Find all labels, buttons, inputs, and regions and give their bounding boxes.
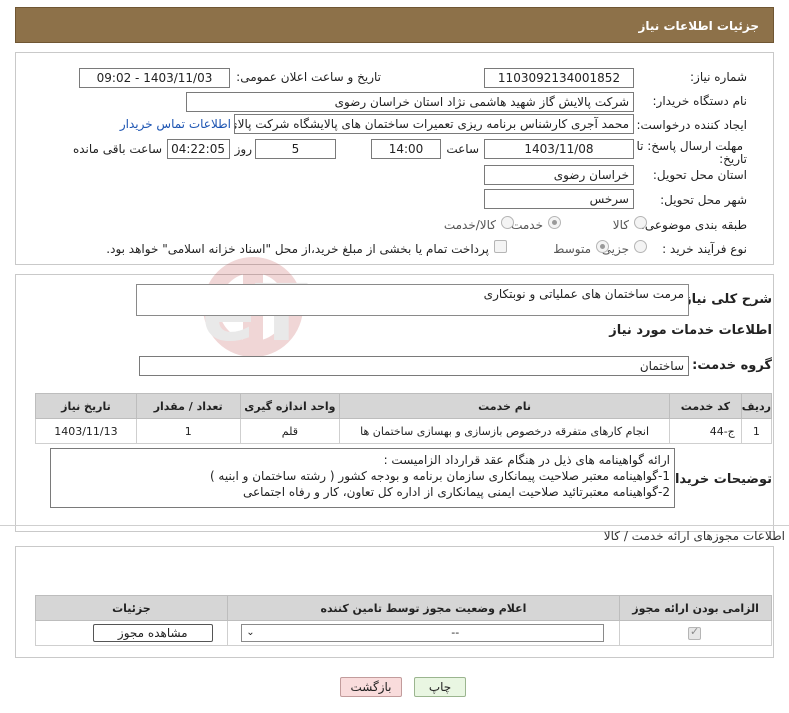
deadline-label: مهلت ارسال پاسخ: تا [636, 139, 743, 153]
announce-field[interactable]: 1403/11/03 - 09:02 [79, 68, 230, 88]
page-title: جزئیات اطلاعات نیاز [638, 19, 759, 33]
treasury-note: پرداخت تمام یا بخشی از مبلغ خرید،از محل … [106, 242, 489, 256]
category-label: طبقه بندی موضوعی: [640, 218, 747, 232]
cell-row: 1 [740, 418, 773, 444]
cell-permit-details: مشاهده مجوز [35, 620, 228, 646]
buyer-contact-link[interactable]: اطلاعات تماس خریدار [120, 117, 231, 131]
cell-permit-status: -- ⌄ [226, 620, 621, 646]
col-permit-details: جزئیات [35, 595, 228, 621]
remaining-time-field[interactable]: 04:22:05 [167, 139, 230, 159]
buyer-note-line: 1-گواهینامه معتبر صلاحیت پیمانکاری سازما… [209, 469, 670, 483]
cell-service-name: انجام کارهای متفرقه درخصوص بازسازی و بهس… [339, 418, 670, 444]
group-label: گروه خدمت: [692, 358, 772, 373]
need-number-field[interactable]: 1103092134001852 [484, 68, 634, 88]
summary-text: مرمت ساختمان های عملیاتی و نوبتکاری [483, 287, 684, 301]
process-label: نوع فرآیند خرید : [662, 242, 747, 256]
check-icon: ✓ [690, 625, 700, 638]
col-service-name: نام خدمت [339, 393, 670, 419]
table-row: 1 ج-44 انجام کارهای متفرقه درخصوص بازساز… [35, 418, 773, 444]
process-radio-minor[interactable] [634, 240, 647, 253]
col-permit-required: الزامی بودن ارائه مجوز [619, 595, 772, 621]
section-divider [0, 525, 789, 526]
remaining-label: ساعت باقی مانده [72, 142, 162, 156]
permit-required-checkbox[interactable]: ✓ [688, 625, 701, 640]
col-row: ردیف [740, 393, 773, 419]
summary-field[interactable]: مرمت ساختمان های عملیاتی و نوبتکاری [136, 284, 689, 316]
services-table: ردیف کد خدمت نام خدمت واحد اندازه گیری ت… [35, 393, 773, 444]
buyer-label: نام دستگاه خریدار: [652, 94, 748, 108]
buyer-notes-field[interactable]: ارائه گواهینامه های ذیل در هنگام عقد قرا… [50, 448, 675, 508]
city-field[interactable]: سرخس [484, 189, 634, 209]
deadline-date-field[interactable]: 1403/11/08 [484, 139, 634, 159]
category-radio-goods-service[interactable] [501, 216, 514, 229]
col-need-date: تاریخ نیاز [35, 393, 137, 419]
page-header: جزئیات اطلاعات نیاز [15, 7, 774, 43]
category-option-service: خدمت [511, 218, 543, 232]
province-field[interactable]: خراسان رضوی [484, 165, 634, 185]
cell-permit-required: ✓ [619, 620, 772, 646]
need-number-label: شماره نیاز: [690, 70, 747, 84]
process-radio-medium[interactable] [596, 240, 609, 253]
category-option-goods: کالا [612, 218, 629, 232]
summary-label: شرح کلی نیاز: [678, 292, 772, 307]
buyer-notes-label: توضیحات خریدار: [662, 472, 772, 487]
col-quantity: تعداد / مقدار [135, 393, 241, 419]
cell-quantity: 1 [135, 418, 241, 444]
table-row: ✓ -- ⌄ مشاهده مجوز [35, 620, 772, 646]
services-title: اطلاعات خدمات مورد نیاز [609, 323, 772, 338]
deadline-date-label: تاریخ: [719, 152, 747, 166]
buyer-field[interactable]: شرکت پالایش گاز شهید هاشمی نژاد استان خر… [186, 92, 634, 112]
col-unit: واحد اندازه گیری [239, 393, 341, 419]
buyer-note-line: ارائه گواهینامه های ذیل در هنگام عقد قرا… [383, 453, 670, 467]
col-permit-status: اعلام وضعیت مجوز توسط تامین کننده [226, 595, 621, 621]
permits-table: الزامی بودن ارائه مجوز اعلام وضعیت مجوز … [35, 595, 772, 646]
buyer-note-line: 2-گواهینامه معتبرتائید صلاحیت ایمنی پیما… [242, 485, 670, 499]
col-code: کد خدمت [668, 393, 742, 419]
cell-unit: قلم [239, 418, 341, 444]
chevron-down-icon: ⌄ [246, 627, 255, 638]
announce-label: تاریخ و ساعت اعلان عمومی: [236, 70, 381, 84]
category-option-goods-service: کالا/خدمت [443, 218, 496, 232]
process-option-medium: متوسط [553, 242, 591, 256]
deadline-time-field[interactable]: 14:00 [371, 139, 441, 159]
permit-status-select[interactable]: -- ⌄ [241, 624, 605, 642]
category-radio-goods[interactable] [634, 216, 647, 229]
days-field[interactable]: 5 [255, 139, 336, 159]
province-label: استان محل تحویل: [652, 168, 747, 182]
city-label: شهر محل تحویل: [660, 193, 747, 207]
view-permit-button[interactable]: مشاهده مجوز [92, 624, 213, 642]
creator-field[interactable]: محمد آجری کارشناس برنامه ریزی تعمیرات سا… [234, 114, 634, 134]
permits-title: اطلاعات مجوزهای ارائه خدمت / کالا [603, 529, 785, 543]
back-button[interactable]: بازگشت [340, 677, 402, 697]
print-button[interactable]: چاپ [414, 677, 466, 697]
cell-need-date: 1403/11/13 [35, 418, 137, 444]
permit-status-value: -- [451, 626, 460, 639]
services-table-header: ردیف کد خدمت نام خدمت واحد اندازه گیری ت… [35, 393, 773, 419]
creator-label: ایجاد کننده درخواست: [636, 118, 747, 132]
time-label: ساعت [446, 142, 479, 156]
cell-code: ج-44 [668, 418, 742, 444]
category-radio-service[interactable] [548, 216, 561, 229]
group-field[interactable]: ساختمان [139, 356, 689, 376]
permits-table-header: الزامی بودن ارائه مجوز اعلام وضعیت مجوز … [35, 595, 772, 621]
treasury-checkbox[interactable] [494, 240, 507, 253]
